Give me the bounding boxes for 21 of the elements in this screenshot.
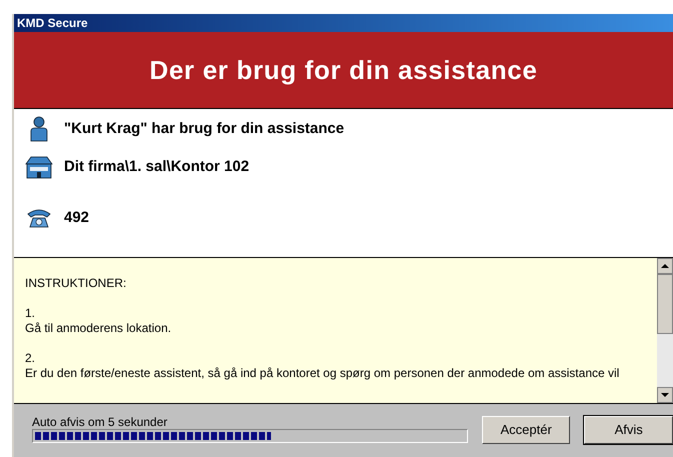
scroll-down-button[interactable]	[657, 387, 673, 403]
step-text: Gå til anmoderens lokation.	[25, 321, 172, 336]
dialog-button[interactable]: Acceptér	[482, 416, 570, 444]
person-icon	[28, 116, 50, 142]
window-title: KMD Secure	[17, 15, 88, 32]
info-text: Dit firma\1. sal\Kontor 102	[64, 156, 250, 177]
instructions-heading: INSTRUKTIONER:	[25, 276, 126, 291]
info-text: 492	[64, 208, 90, 228]
banner-title: Der er brug for din assistance	[150, 54, 538, 86]
building-icon	[24, 155, 54, 179]
down-arrow-icon	[661, 393, 669, 397]
telephone-icon	[25, 207, 53, 229]
dialog-button[interactable]: Afvis	[584, 416, 673, 444]
step-text: Er du den første/eneste assistent, så gå ind på kontoret og spørg om personen der anmodede om assistance vil	[25, 366, 620, 381]
scroll-up-button[interactable]	[657, 258, 673, 274]
step-number: 2.	[25, 351, 36, 366]
info-text: "Kurt Krag" har brug for din assistance	[64, 118, 344, 139]
step-number: 1.	[25, 306, 36, 321]
countdown-label: Auto afvis om 5 sekunder	[32, 416, 168, 429]
up-arrow-icon	[661, 264, 669, 268]
scroll-thumb[interactable]	[657, 274, 673, 334]
